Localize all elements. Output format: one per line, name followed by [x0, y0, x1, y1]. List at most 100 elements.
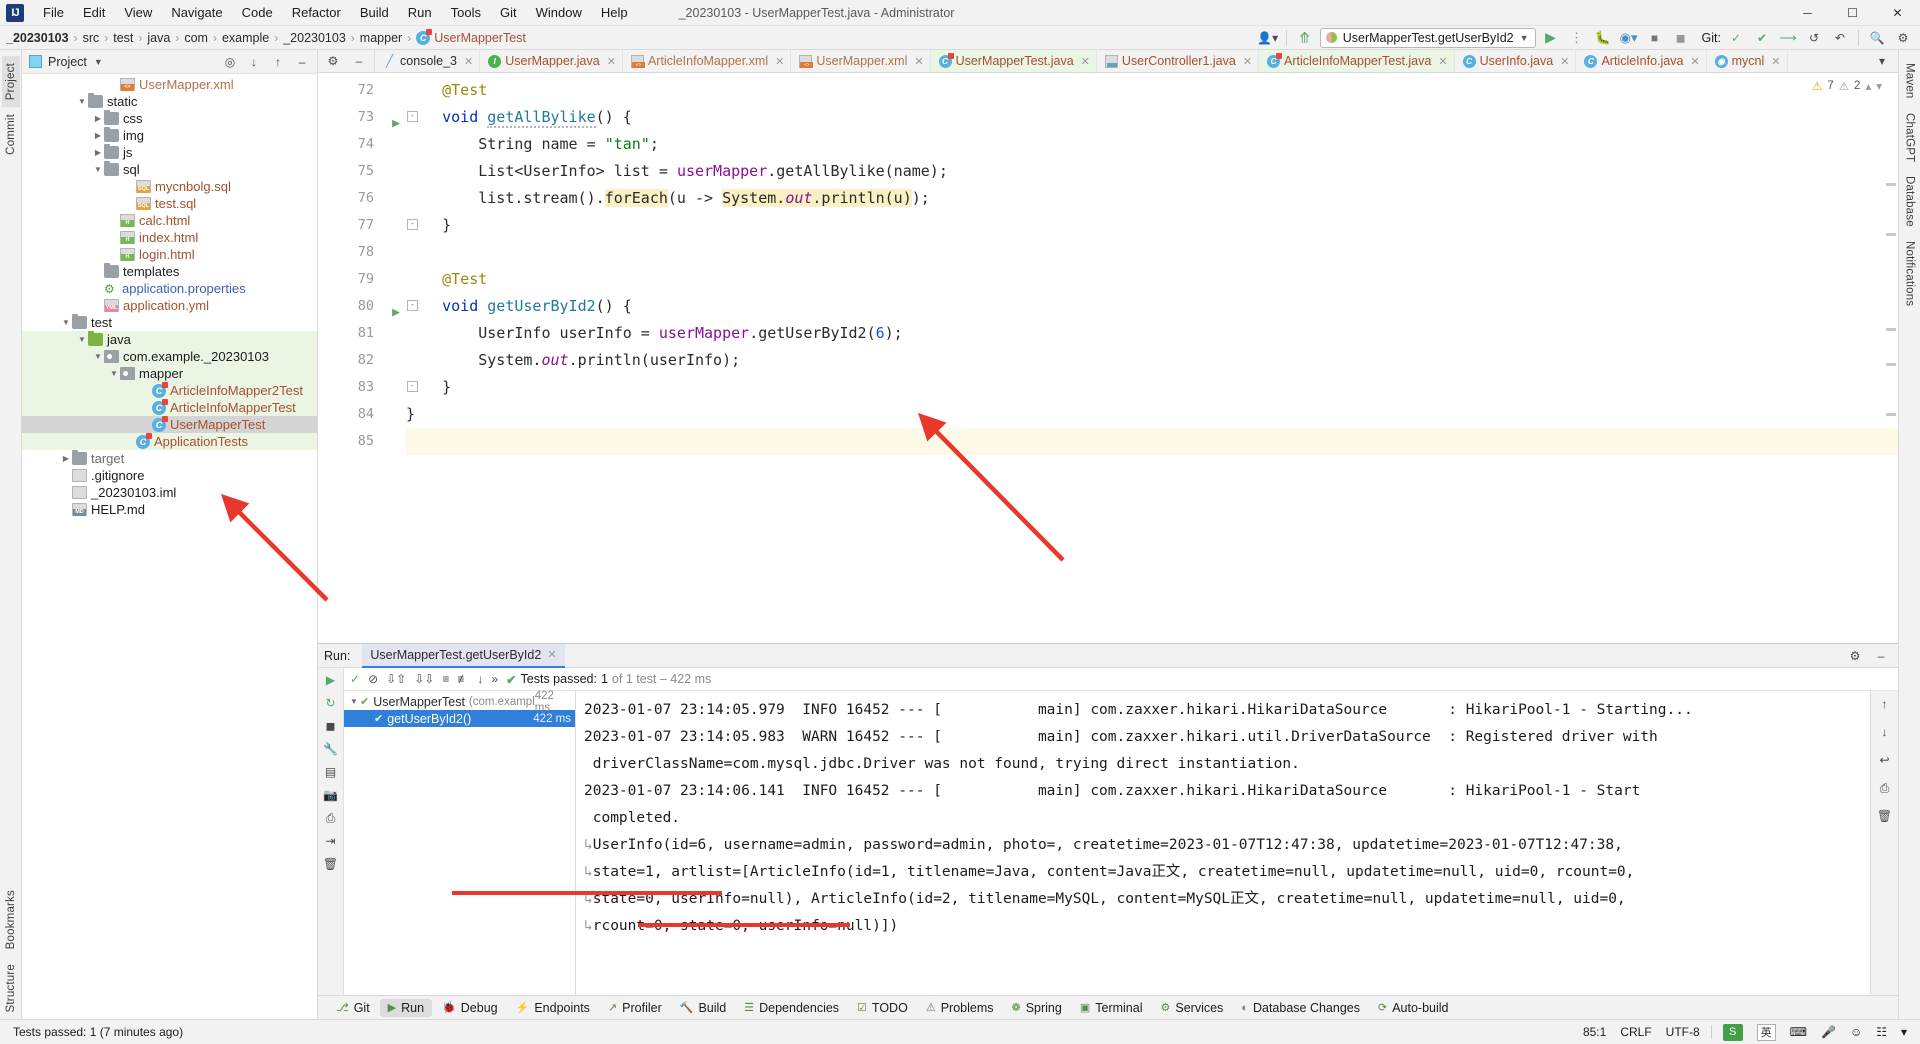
menu-help[interactable]: Help	[592, 2, 637, 23]
sort-asc-icon[interactable]: ⇩⇧	[386, 672, 406, 686]
expand-all-icon[interactable]: ↓	[243, 52, 265, 72]
tree-item-application-properties[interactable]: ⚙ application.properties	[22, 280, 317, 297]
caret-position[interactable]: 85:1	[1576, 1025, 1613, 1039]
editor-tab-userinfo-java[interactable]: C UserInfo.java ✕	[1455, 50, 1577, 72]
tree-item-target[interactable]: ▶ target	[22, 450, 317, 467]
hide-editor-icon[interactable]: –	[348, 51, 370, 71]
tree-item-index-html[interactable]: Hindex.html	[22, 229, 317, 246]
tree-item-login-html[interactable]: Hlogin.html	[22, 246, 317, 263]
chevron-down-icon[interactable]: ▼	[92, 165, 104, 174]
tree-item-mapper[interactable]: ▼ mapper	[22, 365, 317, 382]
editor-tab-articleinfomappertest-java[interactable]: C ArticleInfoMapperTest.java ✕	[1259, 50, 1455, 72]
scroll-up-icon[interactable]: ↑	[1876, 695, 1894, 713]
collapse-all-icon[interactable]: ↑	[267, 52, 289, 72]
line-number[interactable]: 74	[318, 131, 380, 158]
line-number[interactable]: 75	[318, 158, 380, 185]
scroll-down-icon[interactable]: ↓	[477, 672, 483, 686]
tab-list-icon[interactable]: ▾	[1871, 51, 1893, 71]
sogou-ime-icon[interactable]: S	[1716, 1023, 1750, 1041]
tree-item-usermappertest[interactable]: C UserMapperTest	[22, 415, 317, 433]
code-line[interactable]	[406, 428, 1898, 455]
locate-file-icon[interactable]: ◎	[219, 52, 241, 72]
user-icon[interactable]: 👤▾	[1257, 28, 1279, 48]
close-icon[interactable]: ✕	[1690, 55, 1699, 68]
ignore-icon[interactable]: ⊘	[368, 672, 378, 686]
trash-icon[interactable]: 🗑	[322, 855, 340, 873]
close-icon[interactable]: ✕	[547, 648, 556, 661]
chevron-down-icon[interactable]: ▼	[92, 352, 104, 361]
print-icon[interactable]: ⎙	[1876, 779, 1894, 797]
bottom-tab-database-changes[interactable]: ◐ Database Changes	[1233, 999, 1368, 1017]
tree-item-articleinfomapper2test[interactable]: C ArticleInfoMapper2Test	[22, 381, 317, 399]
chevron-right-icon[interactable]: ▶	[92, 148, 104, 157]
git-history-icon[interactable]: ↺	[1803, 28, 1825, 48]
bottom-tab-debug[interactable]: 🐞 Debug	[434, 999, 506, 1017]
menu-view[interactable]: View	[115, 2, 161, 23]
tree-item-static[interactable]: ▼ static	[22, 93, 317, 110]
sidebar-item-bookmarks[interactable]: Bookmarks	[2, 883, 20, 956]
minimize-button[interactable]: ─	[1785, 0, 1830, 26]
settings-icon[interactable]: ⚙	[1844, 646, 1866, 666]
code-line[interactable]: void getAllBylike() {	[406, 104, 1898, 131]
tree-item-gitignore[interactable]: .gitignore	[22, 467, 317, 484]
line-separator[interactable]: CRLF	[1613, 1025, 1658, 1039]
menu-window[interactable]: Window	[527, 2, 591, 23]
tree-item-test[interactable]: ▼ test	[22, 314, 317, 331]
close-icon[interactable]: ✕	[1081, 55, 1090, 68]
tree-item-applicationtests[interactable]: C ApplicationTests	[22, 432, 317, 450]
git-commit-icon[interactable]: ✔	[1751, 28, 1773, 48]
update-project-icon[interactable]: ⤊	[1294, 28, 1316, 48]
menu-file[interactable]: File	[34, 2, 73, 23]
code-line[interactable]: @Test	[406, 77, 1898, 104]
ime-more-icon[interactable]: ▾	[1894, 1025, 1914, 1039]
test-results-tree[interactable]: ▼ ✔ UserMapperTest (com.exampl 422 ms ✔ getUse…	[344, 690, 576, 995]
breadcrumb-item-mapper[interactable]: mapper	[360, 31, 402, 45]
camera-icon[interactable]: 📷	[322, 786, 340, 804]
chevron-right-icon[interactable]: ▶	[60, 454, 72, 463]
chevron-down-icon[interactable]: ▼	[348, 697, 360, 706]
print-icon[interactable]: ⎙	[322, 809, 340, 827]
bottom-tab-endpoints[interactable]: ⚡ Endpoints	[508, 999, 598, 1017]
close-icon[interactable]: ✕	[1438, 55, 1447, 68]
ime-mic-icon[interactable]: 🎤	[1814, 1025, 1843, 1039]
bottom-tab-problems[interactable]: ⚠ Problems	[918, 999, 1002, 1017]
editor-tab-usermappertest-java[interactable]: C UserMapperTest.java ✕	[930, 50, 1097, 72]
line-number[interactable]: 85	[318, 428, 380, 455]
chevron-down-icon[interactable]: ▾	[1876, 79, 1882, 93]
chevron-down-icon[interactable]: ▼	[76, 335, 88, 344]
run-button[interactable]: ▶	[1540, 28, 1562, 48]
tree-item-application-yml[interactable]: YML application.yml	[22, 297, 317, 314]
more-run-options-icon[interactable]: ⋮	[1566, 28, 1588, 48]
tree-item-sql[interactable]: ▼ sql	[22, 161, 317, 178]
tree-item-mycnbolg-sql[interactable]: SQL mycnbolg.sql	[22, 178, 317, 195]
editor-tab-usercontroller1-java[interactable]: UserController1.java ✕	[1097, 50, 1260, 72]
menu-run[interactable]: Run	[399, 2, 441, 23]
code-line[interactable]: }	[406, 374, 1898, 401]
maximize-button[interactable]: ☐	[1830, 0, 1875, 26]
breadcrumb-item-java[interactable]: java	[147, 31, 170, 45]
editor-tab-articleinfomapper-xml[interactable]: ArticleInfoMapper.xml ✕	[623, 50, 792, 72]
bottom-tab-build[interactable]: 🔨 Build	[672, 999, 735, 1017]
export-icon[interactable]: ⇥	[322, 832, 340, 850]
line-number[interactable]: 81	[318, 320, 380, 347]
tree-item-articleinfomappertest[interactable]: C ArticleInfoMapperTest	[22, 398, 317, 416]
stop-button[interactable]: ◼	[1670, 28, 1692, 48]
tree-item-templates[interactable]: templates	[22, 263, 317, 280]
editor-tab-articleinfo-java[interactable]: C ArticleInfo.java ✕	[1576, 50, 1707, 72]
test-tree-item[interactable]: ✔ getUserById2() 422 ms	[344, 710, 575, 727]
bottom-tab-profiler[interactable]: ↗ Profiler	[600, 999, 670, 1017]
collapse-all-icon[interactable]: ≢	[457, 672, 469, 686]
code-editor[interactable]: 72 73 ▶ -74 75 76 77-78 79 80 ▶ -81 82 83-84 85 @Test…	[318, 73, 1898, 643]
breadcrumb-item-class[interactable]: UserMapperTest	[434, 31, 526, 45]
line-number[interactable]: 79	[318, 266, 380, 293]
breadcrumb-item-src[interactable]: src	[83, 31, 100, 45]
code-line[interactable]: list.stream().forEach(u -> System.out.pr…	[406, 185, 1898, 212]
editor-tab-console-3[interactable]: ╱ console_3 ✕	[375, 50, 481, 72]
breadcrumb-item-test[interactable]: test	[113, 31, 133, 45]
code-line[interactable]: }	[406, 401, 1898, 428]
editor-tabs[interactable]: ╱console_3✕IUserMapper.java✕ArticleInfoM…	[375, 50, 1788, 72]
ime-emoji-icon[interactable]: ☺	[1843, 1025, 1869, 1039]
hide-panel-icon[interactable]: –	[291, 52, 313, 72]
code-line[interactable]: List<UserInfo> list = userMapper.getAllB…	[406, 158, 1898, 185]
breadcrumb-item-example[interactable]: example	[222, 31, 269, 45]
